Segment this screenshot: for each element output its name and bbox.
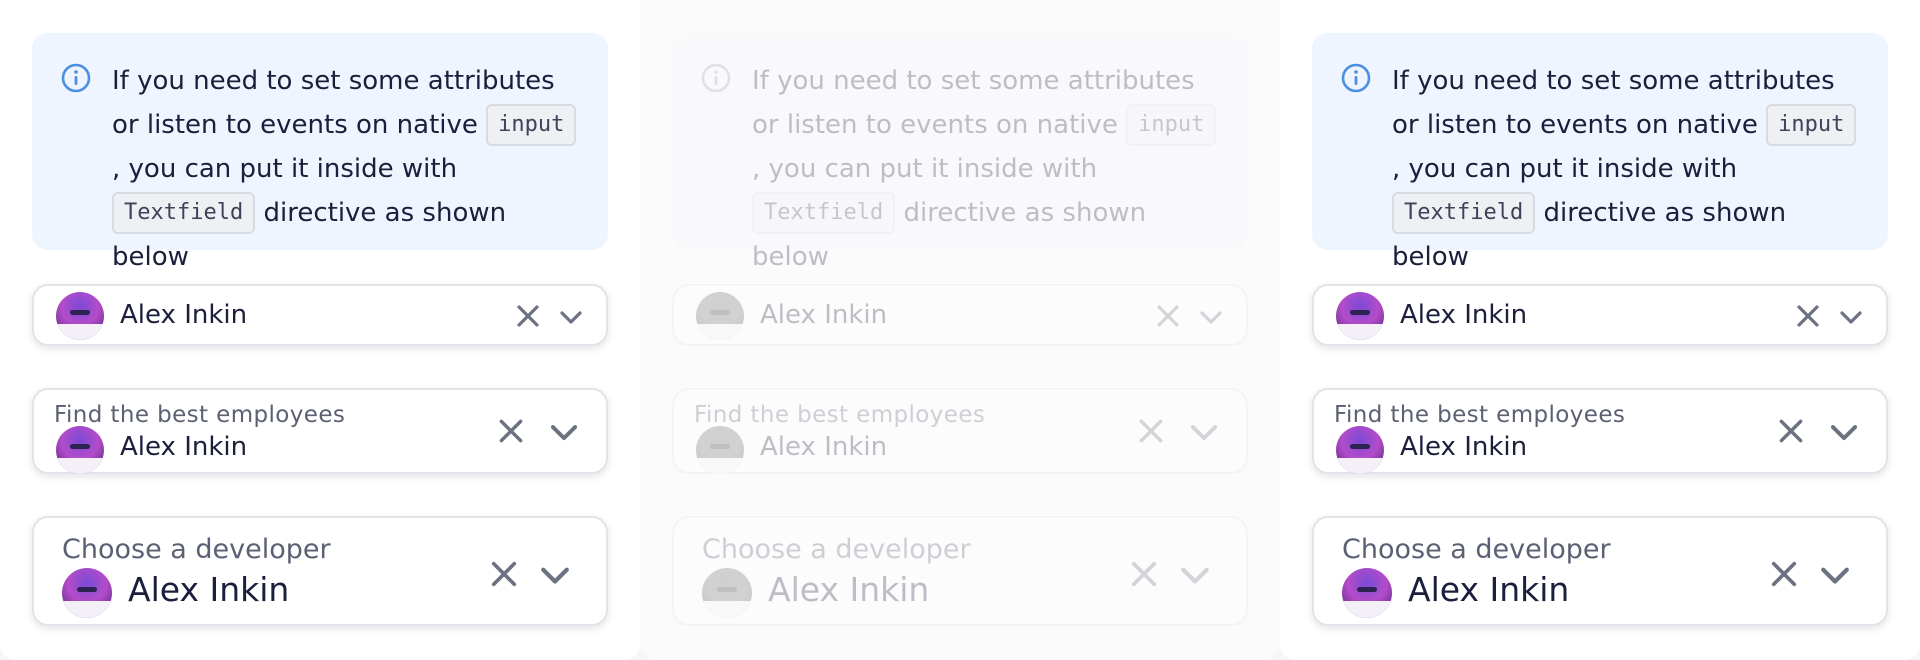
code-textfield: Textfield	[752, 192, 896, 234]
avatar	[1336, 292, 1384, 340]
combobox-labeled[interactable]: Find the best employees Alex Inkin	[32, 388, 608, 474]
field-label: Find the best employees	[1334, 402, 1626, 428]
info-notice: If you need to set some attributes or li…	[32, 33, 608, 272]
chevron-down-icon	[1190, 425, 1218, 441]
avatar	[1336, 426, 1384, 474]
info-icon	[1341, 63, 1371, 93]
code-input: input	[1126, 104, 1217, 146]
avatar	[56, 426, 104, 474]
field-label: Choose a developer	[702, 534, 971, 565]
chevron-down-icon	[1200, 311, 1222, 324]
combobox-labeled[interactable]: Find the best employees Alex Inkin	[1312, 388, 1888, 474]
code-input: input	[486, 104, 577, 146]
info-notice: If you need to set some attributes or li…	[672, 33, 1248, 272]
notice-text: If you need to set some attributes or li…	[1392, 66, 1857, 272]
close-icon[interactable]	[488, 558, 520, 590]
selected-value: Alex Inkin	[1400, 432, 1528, 462]
demo-panel-disabled: If you need to set some attributes or li…	[640, 0, 1280, 660]
field-label: Choose a developer	[1342, 534, 1611, 565]
close-icon[interactable]	[1768, 558, 1800, 590]
selected-value: Alex Inkin	[760, 300, 888, 330]
close-icon[interactable]	[1776, 416, 1806, 446]
chevron-down-icon[interactable]	[558, 304, 584, 330]
avatar	[62, 568, 112, 618]
field-label: Find the best employees	[54, 402, 346, 428]
selected-value: Alex Inkin	[760, 432, 888, 462]
close-icon[interactable]	[514, 302, 542, 330]
demo-panel-default: If you need to set some attributes or li…	[0, 0, 640, 660]
avatar	[696, 426, 744, 474]
combobox-large[interactable]: Choose a developer Alex Inkin	[32, 516, 608, 626]
selected-value: Alex Inkin	[120, 432, 248, 462]
field-label: Find the best employees	[694, 402, 986, 428]
notice-text: If you need to set some attributes or li…	[752, 66, 1217, 272]
avatar	[702, 568, 752, 618]
code-input: input	[1766, 104, 1857, 146]
close-icon[interactable]	[1794, 302, 1822, 330]
combobox-simple[interactable]: Alex Inkin	[1312, 284, 1888, 346]
avatar	[56, 292, 104, 340]
combobox-simple[interactable]: Alex Inkin	[32, 284, 608, 346]
close-icon	[1139, 419, 1163, 443]
chevron-down-icon[interactable]	[1828, 416, 1860, 448]
close-icon[interactable]	[496, 416, 526, 446]
selected-value: Alex Inkin	[120, 300, 248, 330]
close-icon	[1157, 305, 1179, 327]
selected-value: Alex Inkin	[1408, 570, 1570, 609]
chevron-down-icon[interactable]	[1818, 558, 1852, 592]
selected-value: Alex Inkin	[1400, 300, 1528, 330]
demo-panel-default: If you need to set some attributes or li…	[1280, 0, 1920, 660]
chevron-down-icon[interactable]	[548, 416, 580, 448]
notice-text: If you need to set some attributes or li…	[112, 66, 577, 272]
combobox-large[interactable]: Choose a developer Alex Inkin	[1312, 516, 1888, 626]
info-icon	[61, 63, 91, 93]
chevron-down-icon[interactable]	[538, 558, 572, 592]
selected-value: Alex Inkin	[768, 570, 930, 609]
code-textfield: Textfield	[112, 192, 256, 234]
chevron-down-icon[interactable]	[1838, 304, 1864, 330]
code-textfield: Textfield	[1392, 192, 1536, 234]
info-notice: If you need to set some attributes or li…	[1312, 33, 1888, 272]
combobox-labeled: Find the best employees Alex Inkin	[672, 388, 1248, 474]
avatar	[696, 292, 744, 340]
selected-value: Alex Inkin	[128, 570, 290, 609]
info-icon	[701, 63, 731, 93]
avatar	[1342, 568, 1392, 618]
combobox-simple: Alex Inkin	[672, 284, 1248, 346]
field-label: Choose a developer	[62, 534, 331, 565]
close-icon	[1131, 561, 1157, 587]
combobox-large: Choose a developer Alex Inkin	[672, 516, 1248, 626]
chevron-down-icon	[1181, 567, 1209, 584]
